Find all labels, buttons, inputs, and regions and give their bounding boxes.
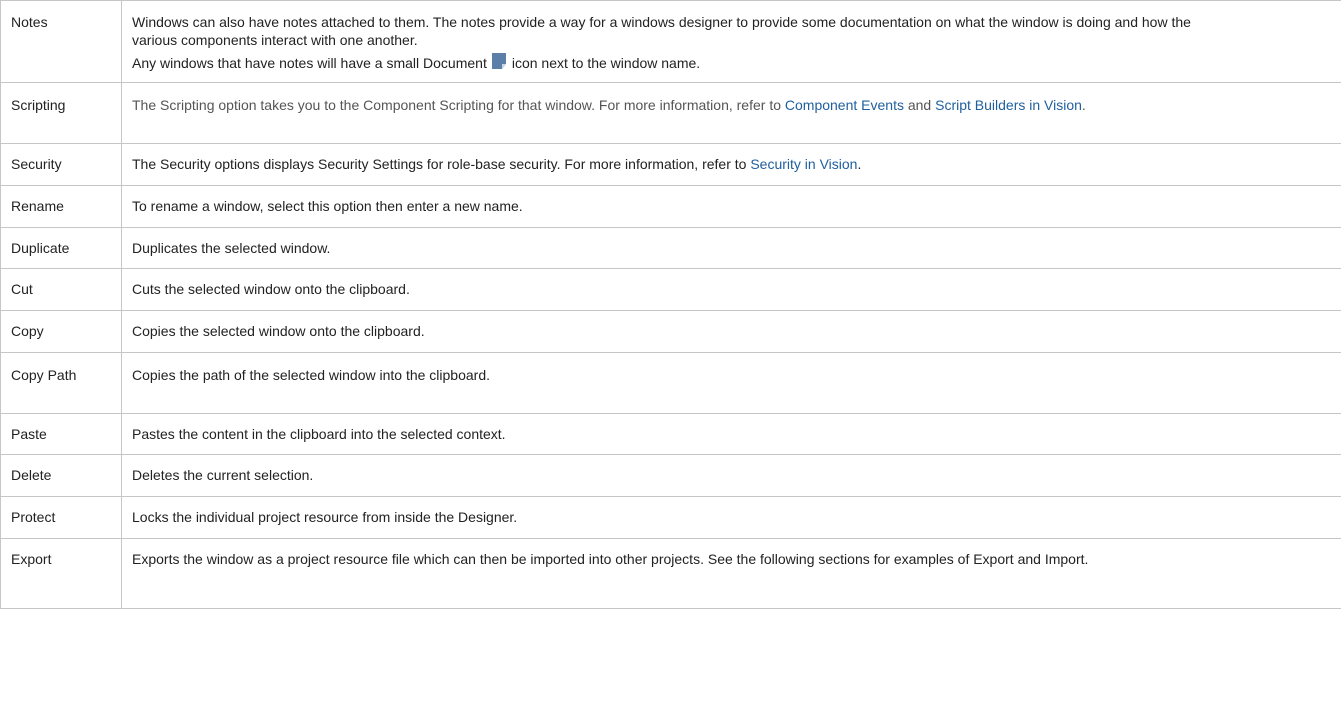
option-description: Windows can also have notes attached to … <box>121 0 1341 83</box>
table-row-notes: Notes Windows can also have notes attach… <box>0 0 1341 83</box>
table-row-export: Export Exports the window as a project r… <box>0 538 1341 609</box>
table-row-duplicate: Duplicate Duplicates the selected window… <box>0 227 1341 269</box>
script-builders-link[interactable]: Script Builders in Vision <box>935 97 1082 113</box>
notes-desc-line2: Any windows that have notes will have a … <box>132 53 1331 72</box>
option-description: Pastes the content in the clipboard into… <box>121 413 1341 455</box>
table-row-scripting: Scripting The Scripting option takes you… <box>0 82 1341 144</box>
notes-desc-before-icon: Any windows that have notes will have a … <box>132 55 487 71</box>
table-row-copy: Copy Copies the selected window onto the… <box>0 310 1341 353</box>
option-description: Locks the individual project resource fr… <box>121 496 1341 539</box>
table-row-protect: Protect Locks the individual project res… <box>0 496 1341 539</box>
component-events-link[interactable]: Component Events <box>785 97 904 113</box>
document-note-icon <box>491 53 506 69</box>
option-description: Copies the path of the selected window i… <box>121 352 1341 414</box>
option-description: The Scripting option takes you to the Co… <box>121 82 1341 144</box>
notes-desc-after-icon: icon next to the window name. <box>511 55 701 71</box>
security-desc-period: . <box>857 156 862 172</box>
table-row-delete: Delete Deletes the current selection. <box>0 454 1341 497</box>
option-description: Exports the window as a project resource… <box>121 538 1341 609</box>
option-name: Copy <box>0 310 122 353</box>
option-name: Rename <box>0 185 122 228</box>
option-description: To rename a window, select this option t… <box>121 185 1341 228</box>
option-name: Notes <box>0 0 122 83</box>
security-in-vision-link[interactable]: Security in Vision <box>750 156 857 172</box>
option-description: Deletes the current selection. <box>121 454 1341 497</box>
option-name: Copy Path <box>0 352 122 414</box>
option-description: Cuts the selected window onto the clipbo… <box>121 268 1341 311</box>
table-row-rename: Rename To rename a window, select this o… <box>0 185 1341 228</box>
option-name: Delete <box>0 454 122 497</box>
option-name: Scripting <box>0 82 122 144</box>
security-desc-text: The Security options displays Security S… <box>132 156 747 172</box>
scripting-desc-and: and <box>907 97 932 113</box>
table-row-copy-path: Copy Path Copies the path of the selecte… <box>0 352 1341 414</box>
notes-desc-line1: Windows can also have notes attached to … <box>132 14 1191 48</box>
option-description: Copies the selected window onto the clip… <box>121 310 1341 353</box>
option-name: Cut <box>0 268 122 311</box>
option-name: Export <box>0 538 122 609</box>
option-description: Duplicates the selected window. <box>121 227 1341 269</box>
option-name: Paste <box>0 413 122 455</box>
option-name: Security <box>0 143 122 186</box>
option-name: Duplicate <box>0 227 122 269</box>
table-row-paste: Paste Pastes the content in the clipboar… <box>0 413 1341 455</box>
option-name: Protect <box>0 496 122 539</box>
table-row-security: Security The Security options displays S… <box>0 143 1341 186</box>
option-description: The Security options displays Security S… <box>121 143 1341 186</box>
scripting-desc-period: . <box>1081 97 1086 113</box>
table-row-cut: Cut Cuts the selected window onto the cl… <box>0 268 1341 311</box>
scripting-desc-text: The Scripting option takes you to the Co… <box>132 97 781 113</box>
options-table: Notes Windows can also have notes attach… <box>0 0 1341 609</box>
